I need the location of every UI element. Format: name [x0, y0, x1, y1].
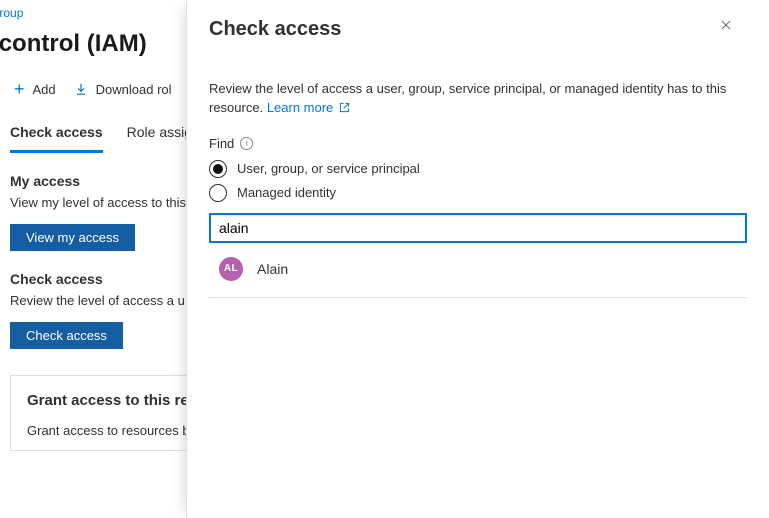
principal-name: Alain [257, 261, 288, 277]
download-role-assignments-button[interactable]: Download rol [74, 82, 172, 97]
tab-check-access[interactable]: Check access [10, 118, 103, 153]
external-link-icon [339, 102, 350, 113]
avatar: AL [219, 257, 243, 281]
check-access-button[interactable]: Check access [10, 322, 123, 349]
add-label: Add [33, 82, 56, 97]
breadcrumb-last[interactable]: e-group [0, 6, 23, 20]
radio-ugsp-label: User, group, or service principal [237, 161, 420, 176]
panel-title: Check access [209, 18, 341, 41]
panel-description: Review the level of access a user, group… [209, 80, 747, 118]
principal-search-input[interactable] [209, 213, 747, 243]
close-icon [719, 18, 747, 32]
learn-more-link[interactable]: Learn more [267, 100, 350, 115]
check-access-panel: Check access Review the level of access … [186, 0, 769, 518]
find-label-text: Find [209, 136, 234, 151]
radio-mi-label: Managed identity [237, 185, 336, 200]
download-icon [74, 82, 88, 96]
learn-more-label: Learn more [267, 100, 333, 115]
info-icon[interactable]: i [240, 137, 253, 150]
view-my-access-button[interactable]: View my access [10, 224, 135, 251]
download-label: Download rol [96, 82, 172, 97]
close-button[interactable] [719, 18, 747, 46]
radio-user-group-sp[interactable]: User, group, or service principal [209, 157, 747, 181]
principal-result-row[interactable]: AL Alain [209, 243, 747, 298]
add-button[interactable]: + Add [14, 80, 56, 98]
radio-icon [209, 184, 227, 202]
plus-icon: + [14, 80, 25, 98]
radio-managed-identity[interactable]: Managed identity [209, 181, 747, 205]
find-label: Find i [209, 136, 747, 151]
radio-icon [209, 160, 227, 178]
